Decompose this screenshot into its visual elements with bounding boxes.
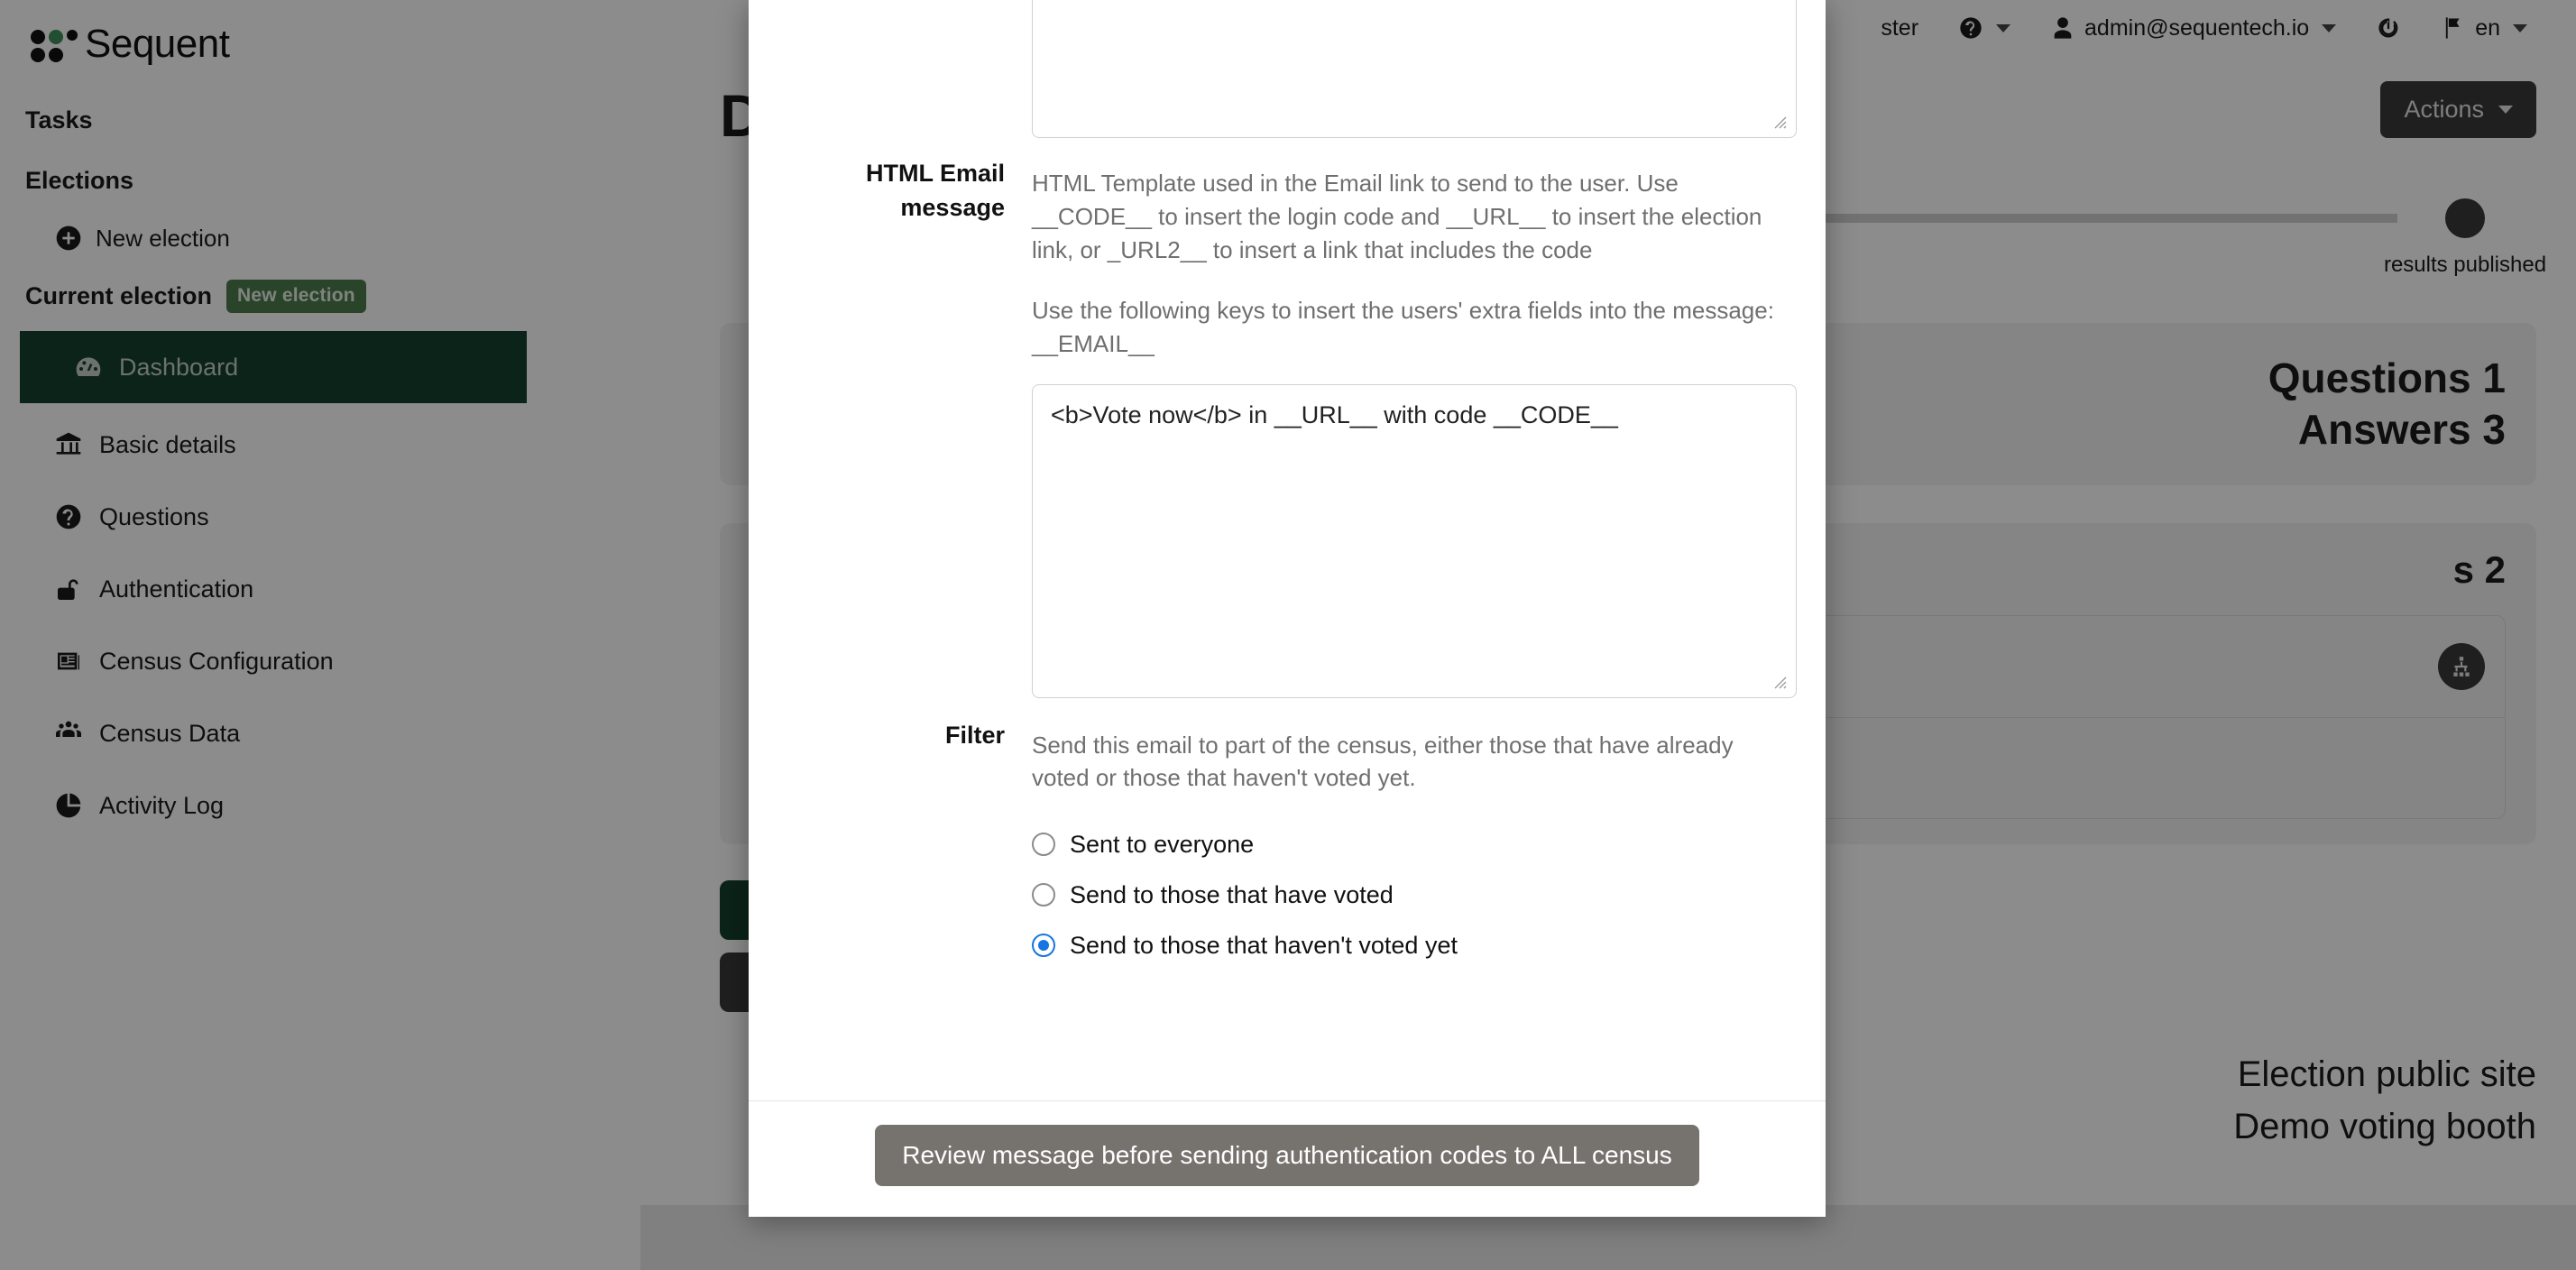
- radio-icon-selected[interactable]: [1032, 934, 1055, 958]
- html-email-message-textarea[interactable]: [1032, 383, 1797, 698]
- top-textarea-wrap: [1032, 0, 1797, 138]
- filter-option-everyone[interactable]: Sent to everyone: [1032, 822, 1797, 867]
- filter-option-not-voted[interactable]: Send to those that haven't voted yet: [1032, 923, 1797, 968]
- radio-icon[interactable]: [1032, 883, 1055, 907]
- filter-option-have-voted-label: Send to those that have voted: [1070, 880, 1394, 908]
- html-email-textarea-wrap: [1032, 383, 1797, 698]
- review-message-button[interactable]: Review message before sending authentica…: [875, 1125, 1699, 1186]
- html-email-help-primary: HTML Template used in the Email link to …: [1032, 170, 1762, 263]
- modal-body: HTML Email message HTML Template used in…: [749, 0, 1826, 1100]
- filter-option-everyone-label: Sent to everyone: [1070, 830, 1255, 858]
- form-row-top-textarea: [777, 0, 1797, 138]
- filter-help-text: Send this email to part of the census, e…: [1032, 731, 1734, 792]
- html-email-help-extra-fields: Use the following keys to insert the use…: [1032, 296, 1774, 357]
- html-email-message-label: HTML Email message: [865, 160, 1005, 222]
- radio-icon[interactable]: [1032, 833, 1055, 857]
- filter-label: Filter: [944, 721, 1005, 749]
- send-auth-codes-modal: HTML Email message HTML Template used in…: [749, 0, 1826, 1217]
- filter-radio-group: Sent to everyone Send to those that have…: [1032, 822, 1797, 968]
- modal-footer: Review message before sending authentica…: [749, 1100, 1826, 1217]
- plain-email-message-textarea[interactable]: [1032, 0, 1797, 138]
- form-row-filter: Filter Send this email to part of the ce…: [777, 718, 1797, 974]
- filter-option-not-voted-label: Send to those that haven't voted yet: [1070, 931, 1458, 959]
- filter-option-have-voted[interactable]: Send to those that have voted: [1032, 872, 1797, 917]
- form-row-html-email: HTML Email message HTML Template used in…: [777, 156, 1797, 698]
